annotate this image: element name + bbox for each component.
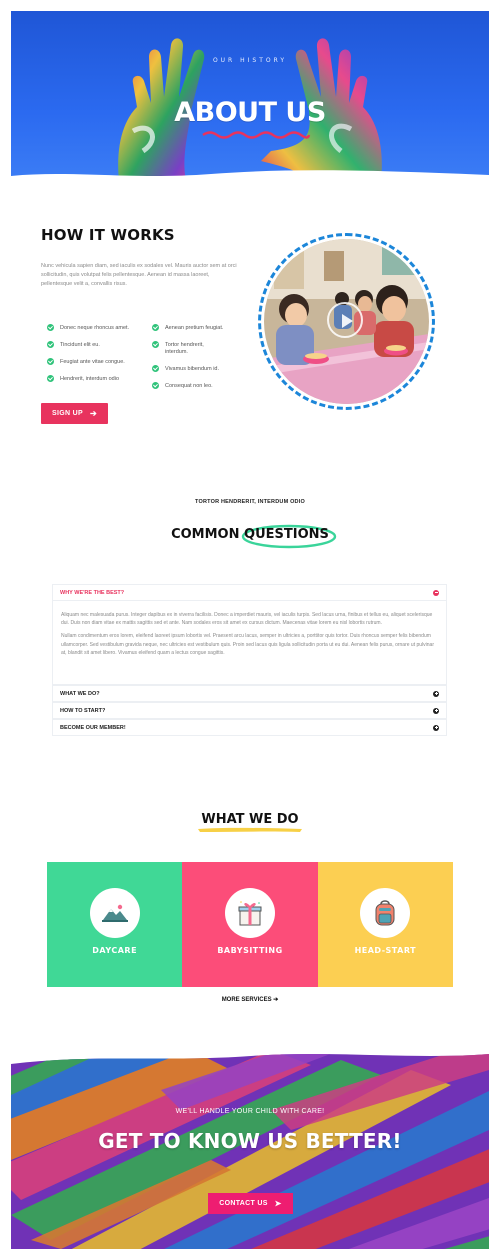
faq-eyebrow: TORTOR HENDRERIT, INTERDUM ODIO: [195, 499, 305, 505]
feature-item: Hendrerit, interdum odio: [47, 375, 142, 383]
landscape-icon: [101, 904, 128, 922]
hero-eyebrow: OUR HISTORY: [212, 57, 288, 64]
feature-item: Tortor hendrerit, interdum.: [152, 341, 222, 356]
service-icon-circle: [224, 888, 275, 938]
cta-banner: WE'LL HANDLE YOUR CHILD WITH CARE! GET T…: [11, 1050, 489, 1249]
check-circle-icon: [47, 358, 54, 365]
check-circle-icon: [152, 365, 159, 372]
service-label: DAYCARE: [92, 946, 138, 955]
faq-answer-paragraph: Nullam condimentum eros lorem, eleifend …: [61, 633, 434, 656]
faq-answer: Aliquam nec malesuada purus. Integer dap…: [52, 601, 447, 685]
feature-item: Donec neque rhoncus amet.: [47, 324, 142, 332]
feature-label: Consequat non leo.: [165, 383, 213, 389]
feature-label: Tortor hendrerit, interdum.: [165, 342, 204, 355]
faq-question-label: WHY WE'RE THE BEST?: [60, 589, 125, 596]
play-video-icon[interactable]: [327, 302, 363, 338]
faq-heading: COMMON QUESTIONS: [0, 527, 500, 542]
feature-item: Vivamus bibendum id.: [152, 365, 247, 373]
sign-up-label: SIGN UP: [52, 410, 83, 417]
painted-hands-image: [118, 38, 382, 181]
collapse-icon[interactable]: [433, 589, 439, 596]
check-circle-icon: [47, 324, 54, 331]
hero-wave-divider: [11, 170, 489, 181]
arrow-right-icon: ➔: [89, 409, 97, 418]
faq-accordion: WHY WE'RE THE BEST? Aliquam nec malesuad…: [52, 584, 447, 736]
page-title: ABOUT US: [174, 97, 326, 128]
contact-us-label: CONTACT US: [219, 1200, 268, 1207]
feature-label: Feugiat ante vitae congue.: [60, 359, 125, 365]
more-services-label: MORE SERVICES: [221, 997, 272, 1003]
faq-heading-part-1: COMMON: [171, 527, 240, 542]
faq-question-label: BECOME OUR MEMBER!: [60, 724, 126, 731]
service-card-babysitting[interactable]: BABYSITTING: [182, 862, 318, 987]
check-circle-icon: [152, 324, 159, 331]
how-it-works-description: Nunc vehicula sapien diam, sed iaculis e…: [41, 263, 237, 287]
faq-question-become-member[interactable]: BECOME OUR MEMBER!: [52, 719, 447, 736]
how-it-works-heading: HOW IT WORKS: [41, 226, 175, 244]
feature-label: Donec neque rhoncus amet.: [60, 325, 130, 331]
expand-icon[interactable]: [433, 724, 439, 731]
what-we-do-heading: WHAT WE DO: [201, 812, 299, 827]
service-card-head-start[interactable]: HEAD-START: [317, 862, 453, 987]
service-label: BABYSITTING: [217, 946, 283, 955]
faq-heading-part-2: QUESTIONS: [244, 527, 329, 542]
check-circle-icon: [47, 375, 54, 382]
more-services-link[interactable]: MORE SERVICES ➔: [0, 996, 500, 1003]
faq-question-what-we-do[interactable]: WHAT WE DO?: [52, 685, 447, 702]
feature-label: Tincidunt elit eu.: [60, 342, 100, 348]
service-label: HEAD-START: [354, 946, 417, 955]
gift-icon: [238, 901, 262, 926]
page: OUR HISTORY ABOUT US HOW IT WORKS Nunc v…: [0, 0, 500, 1259]
arrow-right-icon: ➔: [273, 997, 279, 1003]
check-circle-icon: [152, 341, 159, 348]
cta-eyebrow: WE'LL HANDLE YOUR CHILD WITH CARE!: [175, 1108, 325, 1115]
expand-icon[interactable]: [433, 707, 439, 714]
hero-banner: OUR HISTORY ABOUT US: [11, 11, 489, 181]
title-squiggle-decoration: [202, 131, 311, 139]
service-card-daycare[interactable]: DAYCARE: [47, 862, 183, 987]
feature-item: Feugiat ante vitae congue.: [47, 358, 142, 366]
faq-question-how-to-start[interactable]: HOW TO START?: [52, 702, 447, 719]
faq-question-label: HOW TO START?: [60, 707, 106, 714]
faq-question-label: WHAT WE DO?: [60, 690, 100, 697]
services-grid: DAYCARE BABYSITTING HEAD-START: [47, 862, 453, 987]
feature-item: Consequat non leo.: [152, 382, 247, 390]
sign-up-button[interactable]: SIGN UP ➔: [41, 403, 108, 424]
feature-label: Hendrerit, interdum odio: [60, 376, 120, 382]
contact-us-button[interactable]: CONTACT US ➤: [208, 1193, 293, 1214]
faq-answer-paragraph: Aliquam nec malesuada purus. Integer dap…: [61, 612, 433, 627]
feature-label: Aenean pretium feugiat.: [165, 325, 224, 331]
feature-item: Tincidunt elit eu.: [47, 341, 142, 349]
expand-icon[interactable]: [433, 690, 439, 697]
check-circle-icon: [152, 382, 159, 389]
cta-heading: GET TO KNOW US BETTER!: [98, 1129, 402, 1153]
feature-label: Vivamus bibendum id.: [165, 366, 220, 372]
backpack-icon: [375, 900, 395, 926]
service-icon-circle: [360, 888, 411, 938]
faq-question-why-best[interactable]: WHY WE'RE THE BEST?: [52, 584, 447, 601]
feature-item: Aenean pretium feugiat.: [152, 324, 247, 332]
service-icon-circle: [89, 888, 140, 938]
check-circle-icon: [47, 341, 54, 348]
paper-plane-icon: ➤: [274, 1199, 282, 1208]
heading-brush-underline: [198, 827, 302, 832]
